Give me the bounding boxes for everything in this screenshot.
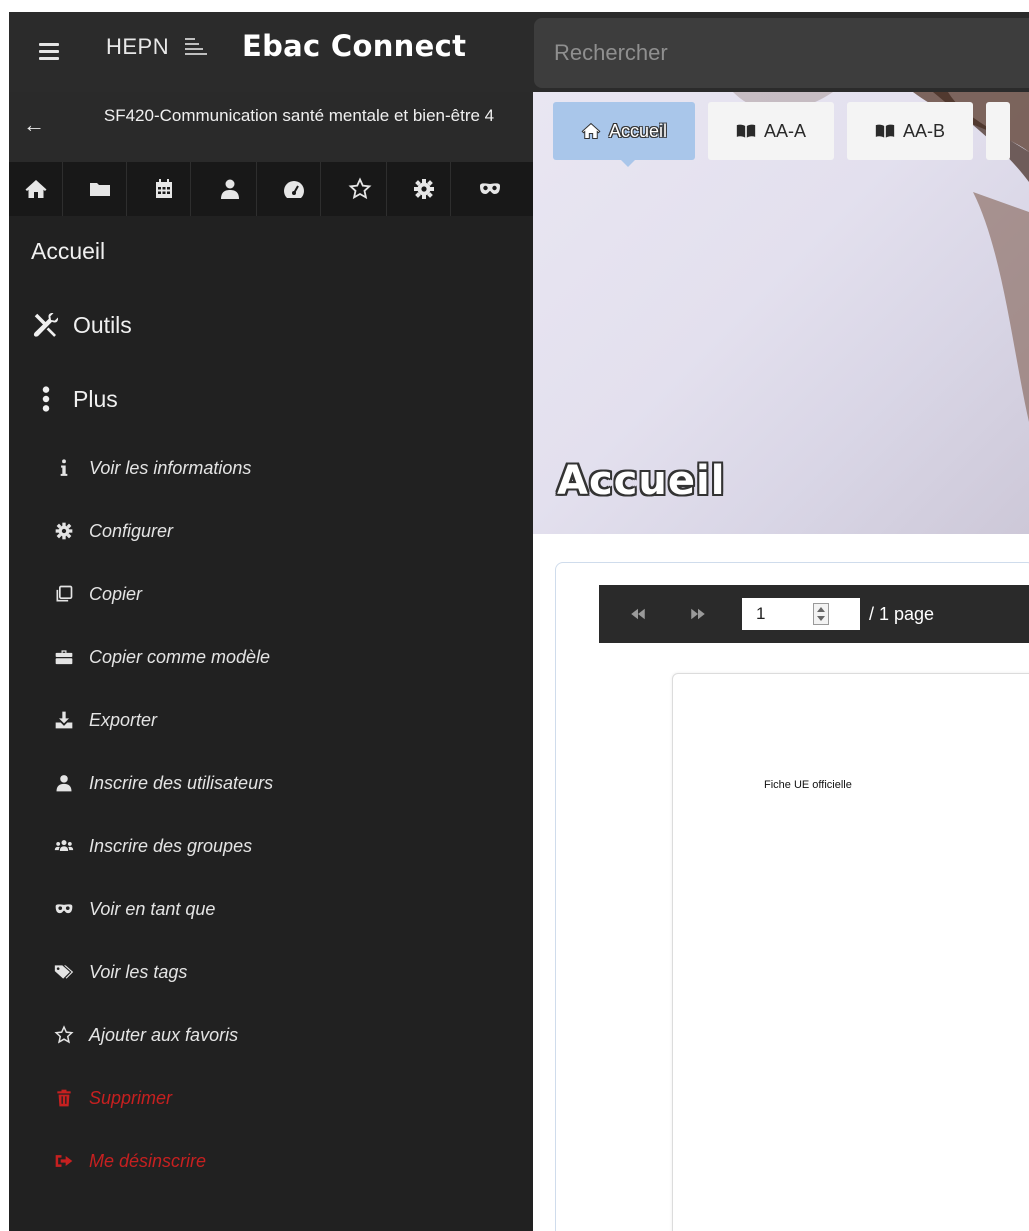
menu-label: Supprimer: [89, 1087, 173, 1108]
users-icon: [49, 834, 79, 858]
star-icon[interactable]: [333, 162, 387, 216]
menu-label: Voir les informations: [89, 457, 252, 478]
menu-inscrire-utilisateurs[interactable]: Inscrire des utilisateurs: [49, 763, 273, 803]
info-icon: [49, 456, 79, 480]
menu-supprimer[interactable]: Supprimer: [49, 1078, 172, 1118]
mask-icon[interactable]: [463, 162, 517, 216]
book-icon: [875, 124, 895, 138]
top-header: HEPN Ebac Connect: [9, 12, 1029, 92]
pdf-page-text: Fiche UE officielle: [764, 779, 852, 791]
menu-label: Voir en tant que: [89, 898, 216, 919]
menu-copier[interactable]: Copier: [49, 574, 142, 614]
menu-label: Exporter: [89, 709, 158, 730]
menu-voir-informations[interactable]: Voir les informations: [49, 448, 251, 488]
top-margin: [0, 0, 1029, 12]
hepn-logo-mark-icon: [185, 36, 207, 58]
sign-out-icon: [49, 1149, 79, 1173]
home-icon: [581, 122, 601, 139]
tab-label: AA-B: [903, 120, 946, 141]
menu-label: Copier: [89, 583, 143, 604]
nav-plus[interactable]: Plus: [31, 384, 118, 414]
menu-configurer[interactable]: Configurer: [49, 511, 173, 551]
page-stepper[interactable]: [813, 603, 829, 625]
app-title[interactable]: Ebac Connect: [242, 29, 466, 63]
menu-label: Inscrire des utilisateurs: [89, 772, 274, 793]
course-banner: Accueil AA-A AA-B Accueil: [533, 92, 1029, 534]
section-tabs: Accueil AA-A AA-B: [553, 102, 1023, 167]
search-input[interactable]: [534, 18, 1029, 88]
left-margin: [0, 0, 9, 1231]
briefcase-icon: [49, 645, 79, 669]
tags-icon: [49, 960, 79, 984]
home-icon[interactable]: [9, 162, 63, 216]
menu-label: Inscrire des groupes: [89, 835, 253, 856]
gear-icon[interactable]: [397, 162, 451, 216]
folder-icon[interactable]: [73, 162, 127, 216]
banner-title: Accueil: [557, 458, 726, 504]
page-number-input[interactable]: [742, 598, 860, 630]
pdf-page: [672, 673, 1029, 1231]
course-title: SF420-Communication santé mentale et bie…: [103, 106, 495, 125]
nav-outils[interactable]: Outils: [31, 310, 132, 340]
tab-next-partial[interactable]: [986, 102, 1011, 160]
hepn-logo[interactable]: HEPN: [106, 34, 169, 60]
menu-exporter[interactable]: Exporter: [49, 700, 157, 740]
tools-icon: [33, 312, 59, 337]
menu-label: Me désinscrire: [89, 1150, 207, 1171]
mask-icon: [49, 897, 79, 921]
nav-outils-label: Outils: [73, 311, 132, 338]
menu-copier-modele[interactable]: Copier comme modèle: [49, 637, 270, 677]
previous-page-icon[interactable]: [625, 601, 651, 627]
app-frame: HEPN Ebac Connect ← SF420-Communication …: [0, 0, 1029, 1231]
calendar-icon[interactable]: [137, 162, 191, 216]
tab-label: AA-A: [764, 120, 807, 141]
menu-icon[interactable]: [33, 34, 65, 66]
sidebar: ← SF420-Communication santé mentale et b…: [9, 92, 533, 1231]
gear-icon: [49, 519, 79, 543]
pdf-toolbar: / 1 page: [599, 585, 1029, 643]
next-page-icon[interactable]: [685, 601, 711, 627]
menu-desinscrire[interactable]: Me désinscrire: [49, 1141, 206, 1181]
nav-accueil[interactable]: Accueil: [31, 238, 105, 265]
copy-icon: [49, 582, 79, 606]
menu-ajouter-favoris[interactable]: Ajouter aux favoris: [49, 1015, 238, 1055]
user-icon: [49, 771, 79, 795]
menu-inscrire-groupes[interactable]: Inscrire des groupes: [49, 826, 252, 866]
menu-label: Ajouter aux favoris: [89, 1024, 239, 1045]
dashboard-icon[interactable]: [267, 162, 321, 216]
course-icon-bar: [9, 162, 533, 216]
course-header: ← SF420-Communication santé mentale et b…: [9, 92, 533, 162]
menu-label: Copier comme modèle: [89, 646, 271, 667]
user-icon[interactable]: [203, 162, 257, 216]
download-icon: [49, 708, 79, 732]
tab-aa-a[interactable]: AA-A: [708, 102, 835, 160]
menu-voir-en-tant-que[interactable]: Voir en tant que: [49, 889, 215, 929]
star-outline-icon: [49, 1023, 79, 1047]
tab-accueil[interactable]: Accueil: [553, 102, 696, 167]
menu-voir-tags[interactable]: Voir les tags: [49, 952, 187, 992]
menu-label: Configurer: [89, 520, 174, 541]
book-icon: [736, 124, 756, 138]
trash-icon: [49, 1086, 79, 1110]
ellipsis-vertical-icon: [42, 386, 50, 412]
tab-aa-b[interactable]: AA-B: [847, 102, 974, 160]
tab-label: Accueil: [609, 120, 668, 141]
menu-label: Voir les tags: [89, 961, 188, 982]
page-total: / 1 page: [869, 604, 935, 624]
nav-plus-label: Plus: [73, 385, 118, 412]
back-arrow-icon[interactable]: ←: [23, 112, 45, 138]
